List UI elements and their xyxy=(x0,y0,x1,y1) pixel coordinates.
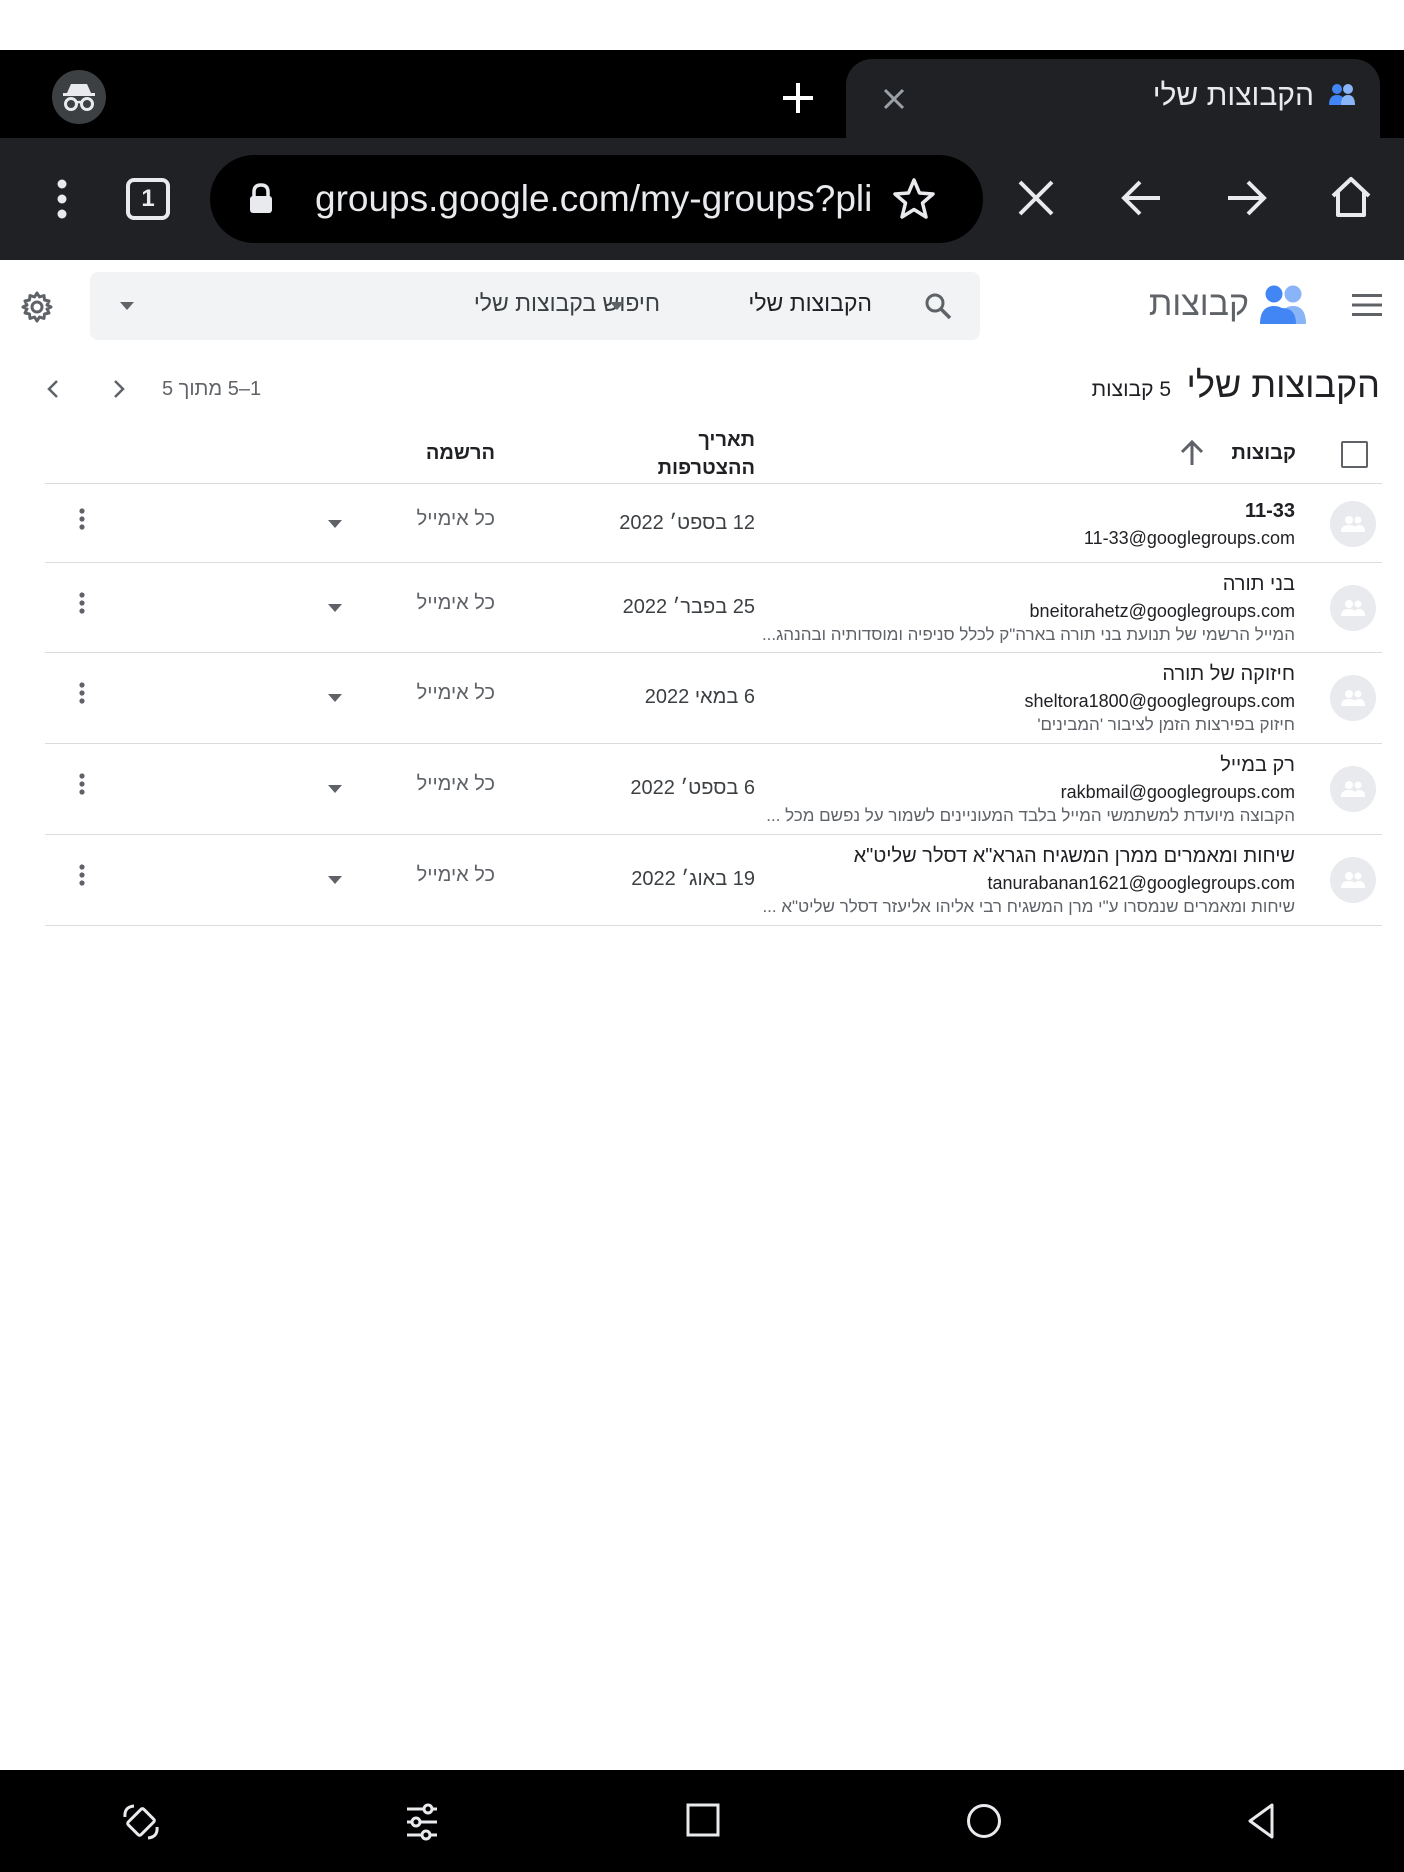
url-text: groups.google.com/my-groups?pli= xyxy=(315,178,870,219)
group-avatar-icon xyxy=(1330,857,1376,903)
browser-menu-icon[interactable] xyxy=(40,174,84,224)
url-text-container[interactable]: groups.google.com/my-groups?pli= xyxy=(315,155,870,243)
group-name[interactable]: 11-33 xyxy=(1245,500,1295,523)
more-options-icon[interactable] xyxy=(79,864,85,886)
group-name[interactable]: רק במייל xyxy=(1220,754,1295,777)
rotate-screen-icon[interactable] xyxy=(120,1803,162,1841)
group-email: rakbmail@googlegroups.com xyxy=(1060,782,1295,802)
subscription-select[interactable]: כל אימייל xyxy=(365,773,495,796)
more-options-icon[interactable] xyxy=(79,773,85,795)
app-brand-name[interactable]: קבוצות xyxy=(1149,285,1249,324)
subscription-dropdown-icon[interactable] xyxy=(328,520,342,528)
groups-table: קבוצות תאריך ההצטרפות הרשמה 11-33 11-33@… xyxy=(45,420,1382,926)
group-description: שיחות ומאמרים שנמסרו ע"י מרן המשגיח רבי … xyxy=(762,897,1295,916)
subscription-dropdown-icon[interactable] xyxy=(328,694,342,702)
settings-gear-icon[interactable] xyxy=(20,290,54,324)
forward-arrow-icon[interactable] xyxy=(1224,176,1270,220)
groups-favicon-icon xyxy=(1328,83,1356,107)
new-tab-button[interactable] xyxy=(772,72,824,124)
scope-dropdown-icon[interactable] xyxy=(610,302,624,310)
group-avatar-icon xyxy=(1330,501,1376,547)
tab-title: הקבוצות שלי xyxy=(1152,79,1314,112)
group-avatar-icon xyxy=(1330,675,1376,721)
browser-toolbar: 1 groups.google.com/my-groups?pli= xyxy=(0,138,1404,260)
back-arrow-icon[interactable] xyxy=(1118,176,1164,220)
joined-date: 6 בספט׳ 2022 xyxy=(630,777,755,799)
incognito-icon[interactable] xyxy=(52,70,106,124)
joined-date: 12 בספט׳ 2022 xyxy=(619,512,755,534)
address-bar[interactable]: groups.google.com/my-groups?pli= xyxy=(210,155,983,243)
search-icon[interactable] xyxy=(924,292,952,320)
pagination-previous-icon[interactable] xyxy=(112,378,126,400)
status-bar xyxy=(0,0,1404,50)
subscription-select[interactable]: כל אימייל xyxy=(365,592,495,615)
stop-loading-icon[interactable] xyxy=(1014,176,1058,220)
group-count: 5 קבוצות xyxy=(1091,378,1171,401)
groups-logo-icon[interactable] xyxy=(1258,284,1308,326)
table-row[interactable]: 11-33 11-33@googlegroups.com 12 בספט׳ 20… xyxy=(45,484,1382,563)
group-email: 11-33@googlegroups.com xyxy=(1083,528,1295,548)
select-all-checkbox[interactable] xyxy=(1341,441,1368,468)
group-name[interactable]: חיזוקה של תורה xyxy=(1162,663,1295,686)
group-description: חיזוק בפירצות הזמן לציבור 'המבינים' xyxy=(1037,715,1295,734)
search-options-dropdown-icon[interactable] xyxy=(120,302,134,310)
more-options-icon[interactable] xyxy=(79,592,85,614)
table-row[interactable]: חיזוקה של תורה sheltora1800@googlegroups… xyxy=(45,653,1382,744)
table-row[interactable]: בני תורה bneitorahetz@googlegroups.com ה… xyxy=(45,563,1382,653)
quick-settings-icon[interactable] xyxy=(404,1803,440,1841)
column-header-groups[interactable]: קבוצות xyxy=(1232,442,1296,465)
search-scope-selector[interactable]: הקבוצות שלי xyxy=(748,290,872,317)
main-menu-icon[interactable] xyxy=(1352,294,1382,316)
system-back-icon[interactable] xyxy=(1246,1803,1276,1839)
subscription-dropdown-icon[interactable] xyxy=(328,785,342,793)
table-row[interactable]: שיחות ומאמרים ממרן המשגיח הגרא"א דסלר של… xyxy=(45,835,1382,926)
more-options-icon[interactable] xyxy=(79,682,85,704)
subscription-dropdown-icon[interactable] xyxy=(328,876,342,884)
table-header: קבוצות תאריך ההצטרפות הרשמה xyxy=(45,420,1382,484)
home-icon[interactable] xyxy=(1328,174,1374,220)
column-header-joined-line2: ההצטרפות xyxy=(657,457,755,479)
group-avatar-icon xyxy=(1330,585,1376,631)
group-email: sheltora1800@googlegroups.com xyxy=(1024,691,1295,711)
tab-close-icon[interactable] xyxy=(876,81,912,117)
bookmark-star-icon[interactable] xyxy=(890,175,938,223)
home-circle-icon[interactable] xyxy=(966,1803,1002,1839)
joined-date: 25 בפבר׳ 2022 xyxy=(622,596,755,618)
system-navigation-bar xyxy=(0,1770,1404,1872)
group-avatar-icon xyxy=(1330,766,1376,812)
page-title: הקבוצות שלי xyxy=(1186,364,1380,405)
sort-ascending-icon[interactable] xyxy=(1179,439,1205,467)
recent-apps-icon[interactable] xyxy=(686,1803,720,1837)
column-header-joined[interactable]: תאריך ההצטרפות xyxy=(555,426,755,482)
group-description: המייל הרשמי של תנועת בני תורה בארה"ק לכל… xyxy=(761,625,1295,644)
column-header-subscription[interactable]: הרשמה xyxy=(385,442,495,465)
app-header: חיפוש בקבוצות שלי הקבוצות שלי קבוצות xyxy=(0,260,1404,360)
column-header-joined-line1: תאריך xyxy=(698,429,755,451)
table-row[interactable]: רק במייל rakbmail@googlegroups.com הקבוצ… xyxy=(45,744,1382,835)
pagination-next-icon[interactable] xyxy=(46,378,60,400)
group-description: הקבוצה מיועדת למשתמשי המייל בלבד המעוניי… xyxy=(766,806,1295,825)
active-tab[interactable]: הקבוצות שלי xyxy=(846,59,1380,138)
more-options-icon[interactable] xyxy=(79,508,85,530)
joined-date: 19 באוג׳ 2022 xyxy=(631,868,755,890)
subscription-select[interactable]: כל אימייל xyxy=(365,508,495,531)
lock-icon[interactable] xyxy=(248,183,274,215)
group-email: tanurabanan1621@googlegroups.com xyxy=(987,873,1295,893)
group-name[interactable]: שיחות ומאמרים ממרן המשגיח הגרא"א דסלר של… xyxy=(854,845,1295,868)
pagination-range: 1–5 מתוך 5 xyxy=(162,378,262,400)
tab-switcher-button[interactable]: 1 xyxy=(126,178,170,220)
search-bar[interactable]: חיפוש בקבוצות שלי הקבוצות שלי xyxy=(90,272,980,340)
subscription-dropdown-icon[interactable] xyxy=(328,604,342,612)
group-name[interactable]: בני תורה xyxy=(1223,573,1295,596)
group-email: bneitorahetz@googlegroups.com xyxy=(1029,601,1295,621)
subscription-select[interactable]: כל אימייל xyxy=(365,864,495,887)
joined-date: 6 במאי 2022 xyxy=(644,686,755,708)
subscription-select[interactable]: כל אימייל xyxy=(365,682,495,705)
tab-strip: הקבוצות שלי xyxy=(0,50,1404,138)
